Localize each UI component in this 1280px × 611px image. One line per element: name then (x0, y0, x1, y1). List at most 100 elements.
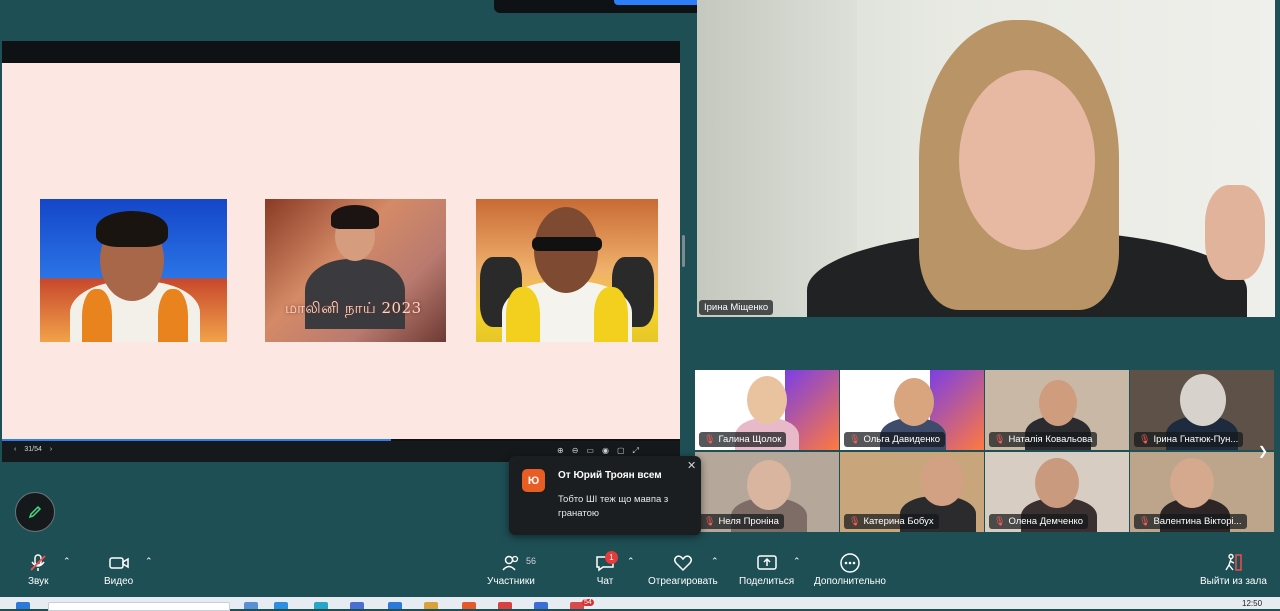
slide-page-nav: ‹ 31/54 › (14, 446, 52, 453)
taskbar-app-icon[interactable] (244, 602, 258, 609)
speaker-face (959, 70, 1095, 250)
share-view-tools: ⊕ ⊖ ▭ ◉ ▢ ⤢ (557, 446, 639, 456)
participant-name-tag: 🎙 Олена Демченко (989, 514, 1088, 529)
mic-off-icon: 🎙 (704, 434, 716, 444)
tile-person-face (1035, 458, 1079, 508)
mic-off-icon (28, 553, 48, 573)
chevron-up-icon[interactable]: ⌃ (711, 556, 719, 567)
more-button[interactable]: Дополнительно (814, 553, 886, 587)
participant-name-tag: 🎙 Катерина Бобух (844, 514, 939, 529)
react-button[interactable]: Отреагировать (648, 553, 718, 587)
chevron-up-icon[interactable]: ⌃ (63, 556, 71, 567)
mic-off-icon: 🎙 (994, 516, 1006, 526)
taskbar-clock: 12:50 (1242, 599, 1263, 608)
slide-image-man-portrait (40, 199, 227, 342)
share-button[interactable]: Поделиться (739, 553, 794, 587)
zoom-out-icon[interactable]: ⊖ (572, 446, 579, 456)
leave-icon (1222, 553, 1244, 573)
slide-image-2-hair (331, 205, 379, 229)
chevron-left-icon[interactable]: ‹ (14, 446, 16, 453)
taskbar-app-icon[interactable] (498, 602, 512, 609)
participant-tile[interactable]: 🎙 Ірина Гнатюк-Пун... (1130, 370, 1274, 450)
slide-image-man-sunglasses (476, 199, 658, 342)
mic-off-icon: 🎙 (994, 434, 1006, 444)
windows-start-icon[interactable] (16, 602, 30, 609)
react-label: Отреагировать (648, 576, 718, 587)
participant-tile[interactable]: 🎙 Валентина Вікторі... (1130, 452, 1274, 532)
participant-name: Ольга Давиденко (863, 434, 941, 445)
taskbar-app-icon[interactable] (534, 602, 548, 609)
participant-name-tag: 🎙 Валентина Вікторі... (1134, 514, 1247, 529)
chevron-up-icon[interactable]: ⌃ (793, 556, 801, 567)
participant-name-tag: 🎙 Ольга Давиденко (844, 432, 946, 447)
more-icon (839, 553, 861, 573)
close-icon[interactable]: ✕ (687, 459, 696, 472)
tile-person-face (1039, 380, 1077, 426)
captions-icon[interactable]: ▭ (586, 446, 594, 456)
leave-button[interactable]: Выйти из зала (1200, 553, 1267, 587)
participant-name: Олена Демченко (1008, 516, 1083, 527)
main-speaker-name: Ірина Міщенко (704, 302, 769, 313)
video-icon (108, 553, 130, 573)
chevron-right-icon[interactable]: ❯ (1258, 444, 1268, 458)
participant-tile[interactable]: 🎙 Наталія Ковальова (985, 370, 1129, 450)
broadcast-icon[interactable]: ◉ (602, 446, 609, 456)
audio-label: Звук (28, 576, 49, 587)
participant-name-tag: 🎙 Ірина Гнатюк-Пун... (1134, 432, 1244, 447)
mic-off-icon: 🎙 (1139, 516, 1151, 526)
mic-off-icon: 🎙 (849, 516, 861, 526)
chat-notification[interactable]: Ю От Юрий Троян всем Тобто ШІ теж що мав… (509, 456, 701, 535)
slide-image-3-shawl-left (506, 287, 540, 342)
chevron-up-icon[interactable]: ⌃ (145, 556, 153, 567)
participant-name: Неля Проніна (718, 516, 779, 527)
video-label: Видео (104, 576, 134, 587)
pen-icon (28, 505, 42, 519)
mic-off-icon: 🎙 (849, 434, 861, 444)
participants-label: Участники (487, 576, 535, 587)
slide-image-1-scarf (82, 289, 112, 342)
slide-image-1-hair (96, 211, 168, 247)
sunglasses-icon (532, 237, 602, 251)
taskbar-app-icon[interactable] (388, 602, 402, 609)
video-button[interactable]: Видео (104, 553, 133, 587)
participants-icon (500, 553, 522, 573)
tile-person-face (1170, 458, 1214, 508)
participant-tile[interactable]: 🎙 Катерина Бобух (840, 452, 984, 532)
participant-tile[interactable]: 🎙 Олена Демченко (985, 452, 1129, 532)
participant-tile[interactable]: 🎙 Ольга Давиденко (840, 370, 984, 450)
fit-icon[interactable]: ▢ (617, 446, 625, 456)
participant-name-tag: 🎙 Наталія Ковальова (989, 432, 1098, 447)
leave-label: Выйти из зала (1200, 576, 1267, 587)
audio-button[interactable]: Звук (28, 553, 49, 587)
layout-splitter-handle[interactable] (682, 235, 685, 267)
share-icon (756, 553, 778, 573)
taskbar-badge: 54 (582, 599, 594, 606)
taskbar-app-icon[interactable] (462, 602, 476, 609)
participant-name: Наталія Ковальова (1008, 434, 1093, 445)
zoom-icon[interactable]: ⊕ (557, 446, 564, 456)
chat-notification-title: От Юрий Троян всем (558, 470, 662, 481)
main-speaker-video[interactable]: Ірина Міщенко (697, 0, 1275, 317)
chevron-right-icon[interactable]: › (50, 446, 52, 453)
taskbar-app-icon[interactable] (424, 602, 438, 609)
mic-off-icon: 🎙 (1139, 434, 1151, 444)
participant-name: Ірина Гнатюк-Пун... (1153, 434, 1239, 445)
expand-icon[interactable]: ⤢ (633, 446, 639, 456)
taskbar-search-box[interactable] (48, 602, 230, 611)
mic-off-icon: 🎙 (704, 516, 716, 526)
taskbar-app-icon[interactable] (274, 602, 288, 609)
chat-label: Чат (596, 576, 614, 587)
taskbar-app-icon[interactable] (314, 602, 328, 609)
chevron-up-icon[interactable]: ⌃ (627, 556, 635, 567)
main-speaker-name-tag: Ірина Міщенко (699, 300, 774, 315)
tile-person-face (1180, 374, 1226, 426)
participant-tile[interactable]: 🎙 Галина Щолок (695, 370, 839, 450)
chat-sender-avatar: Ю (522, 469, 545, 492)
participant-name: Галина Щолок (718, 434, 782, 445)
taskbar-app-icon[interactable] (350, 602, 364, 609)
tile-person-face (747, 460, 791, 510)
participant-name-tag: 🎙 Неля Проніна (699, 514, 784, 529)
annotate-button[interactable] (15, 492, 55, 532)
participant-tile[interactable]: 🎙 Неля Проніна (695, 452, 839, 532)
participants-count: 56 (526, 556, 537, 566)
